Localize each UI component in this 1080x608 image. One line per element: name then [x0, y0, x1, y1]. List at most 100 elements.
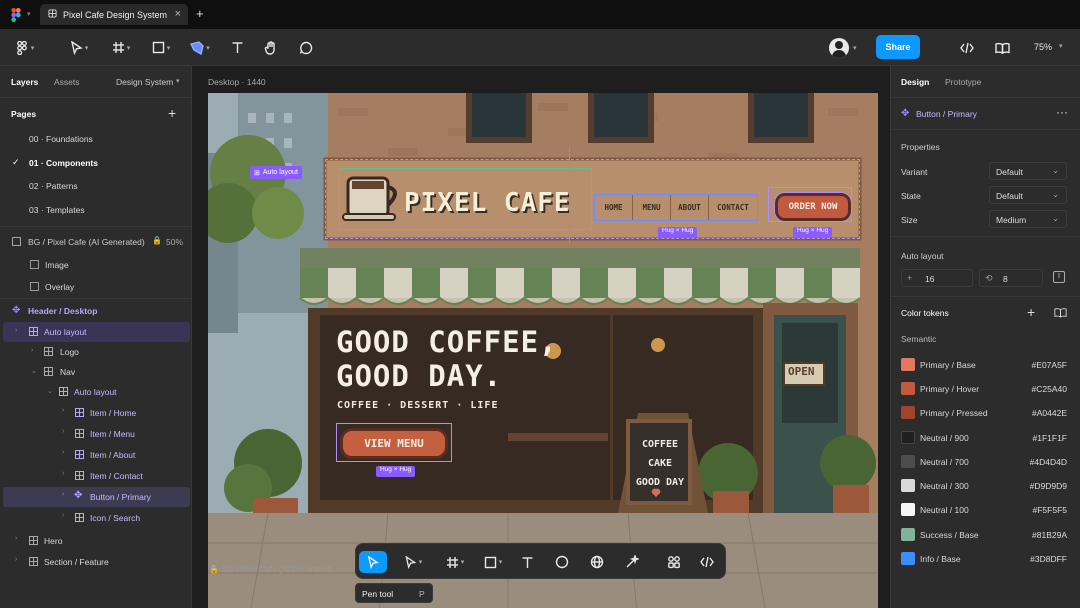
file-tab[interactable]: Pixel Cafe Design System ×	[40, 4, 188, 25]
frame-label[interactable]: Desktop · 1440	[208, 77, 266, 87]
library-icon[interactable]	[992, 37, 1012, 58]
chevron-right-icon[interactable]: ›	[62, 491, 64, 498]
chevron-right-icon[interactable]: ›	[62, 407, 64, 414]
divider	[0, 97, 192, 98]
chevron-right-icon[interactable]: ›	[15, 556, 17, 563]
layer-button-primary[interactable]: Button / Primary	[90, 492, 151, 502]
move-tool-icon[interactable]: ▾	[65, 37, 93, 58]
pixel-cafe-artwork[interactable]: PIXEL CAFE HOME MENU ABOUT CONTACT ORDER…	[208, 93, 878, 608]
swatch-primary-hover[interactable]	[901, 382, 915, 395]
component-instance-icon: ✥	[74, 490, 83, 501]
tab-layers[interactable]: Layers	[11, 77, 38, 87]
swatch-neutral-100[interactable]	[901, 503, 915, 516]
page-item[interactable]: 00 · Foundations	[29, 134, 93, 144]
canvas[interactable]: Desktop · 1440 PIXEL CAFE HOME MENU ABOU…	[193, 66, 889, 608]
chevron-right-icon[interactable]: ›	[62, 428, 64, 435]
layer-logo[interactable]: Logo	[60, 347, 79, 357]
text-tool-icon[interactable]	[228, 37, 246, 58]
swatch-neutral-300[interactable]	[901, 479, 915, 492]
chevron-down-icon[interactable]: ▾	[176, 77, 180, 85]
swatch-success-base[interactable]	[901, 528, 915, 541]
layer-item-home[interactable]: Item / Home	[90, 408, 136, 418]
globe-tool-button[interactable]	[587, 551, 607, 573]
chevron-down-icon[interactable]: ⌄	[47, 387, 53, 395]
alignment-icon[interactable]: I	[1053, 271, 1065, 283]
layer-item-contact[interactable]: Item / Contact	[90, 471, 143, 481]
layer-hero[interactable]: Hero	[44, 536, 62, 546]
swatch-neutral-700[interactable]	[901, 455, 915, 468]
chevron-down-icon[interactable]: ▾	[1059, 42, 1063, 50]
components-tool-button[interactable]	[664, 551, 684, 573]
layer-section-feature[interactable]: Section / Feature	[44, 557, 109, 567]
layer-header-desktop[interactable]: Header / Desktop	[28, 306, 97, 316]
main-menu-icon[interactable]: ▾	[11, 37, 39, 58]
chevron-right-icon[interactable]: ›	[15, 327, 17, 334]
page-item-active[interactable]: 01 · Components	[29, 158, 98, 168]
chevron-down-icon[interactable]: ▾	[27, 10, 31, 18]
state-select[interactable]: Default ⌄	[989, 186, 1067, 204]
variant-select[interactable]: Default ⌄	[989, 162, 1067, 180]
pen-tool-icon[interactable]: ▾	[186, 37, 214, 58]
size-select-value: Medium	[996, 215, 1027, 225]
text-tool-button[interactable]	[517, 551, 537, 573]
frame-tool-button[interactable]: ▾	[440, 551, 470, 573]
layer-overlay[interactable]: Overlay	[45, 282, 74, 292]
library-icon[interactable]	[1054, 307, 1067, 318]
rectangle-tool-icon[interactable]: ▾	[147, 37, 175, 58]
layer-item-menu[interactable]: Item / Menu	[90, 429, 135, 439]
ellipse-tool-button[interactable]	[552, 551, 572, 573]
auto-layout-tag[interactable]: ⊞ Auto layout	[250, 166, 302, 179]
code-tool-button[interactable]	[697, 551, 717, 573]
size-select[interactable]: Medium ⌄	[989, 210, 1067, 228]
globe-icon	[590, 555, 604, 569]
figma-logo-icon[interactable]	[11, 8, 21, 22]
chevron-right-icon[interactable]: ›	[31, 347, 33, 354]
page-item[interactable]: 03 · Templates	[29, 205, 85, 215]
frame-tool-icon[interactable]: ▾	[107, 37, 135, 58]
chevron-right-icon[interactable]: ›	[62, 470, 64, 477]
swatch-neutral-900[interactable]	[901, 431, 915, 444]
component-name[interactable]: Button / Primary	[916, 109, 977, 119]
layer-bg-pixel-cafe[interactable]: BG / Pixel Cafe (AI Generated)	[28, 237, 145, 247]
tab-assets[interactable]: Assets	[54, 77, 80, 87]
magic-tool-button[interactable]	[622, 551, 642, 573]
chalkboard-line: CAKE	[647, 458, 673, 469]
lock-icon[interactable]: 🔒	[152, 236, 162, 245]
chevron-right-icon[interactable]: ›	[62, 512, 64, 519]
layer-icon-search[interactable]: Icon / Search	[90, 513, 140, 523]
layer-nav[interactable]: Nav	[60, 367, 75, 377]
tab-prototype[interactable]: Prototype	[945, 77, 981, 87]
swatch-primary-pressed[interactable]	[901, 406, 915, 419]
avatar[interactable]	[829, 38, 849, 58]
layer-item-about[interactable]: Item / About	[90, 450, 135, 460]
swatch-primary-base[interactable]	[901, 358, 915, 371]
move-tool-button[interactable]	[359, 551, 387, 573]
new-tab-icon[interactable]: +	[196, 6, 204, 21]
chevron-down-icon[interactable]: ▾	[853, 44, 857, 52]
hand-tool-icon[interactable]	[262, 37, 280, 58]
comment-tool-icon[interactable]	[297, 37, 315, 58]
tab-design[interactable]: Design	[901, 77, 929, 87]
rectangle-tool-button[interactable]: ▾	[478, 551, 508, 573]
design-system-dropdown[interactable]: Design System	[116, 77, 173, 87]
close-tab-icon[interactable]: ×	[175, 8, 181, 20]
swatch-info-base[interactable]	[901, 552, 915, 565]
token-hex: #4D4D4D	[1029, 457, 1067, 467]
layer-auto-layout[interactable]: Auto layout	[74, 387, 117, 397]
more-options-icon[interactable]: ···	[1056, 105, 1068, 119]
page-item[interactable]: 02 · Patterns	[29, 181, 78, 191]
share-button[interactable]: Share	[876, 35, 920, 59]
padding-input[interactable]: ⟲ 8	[979, 269, 1043, 287]
layer-auto-layout[interactable]: Auto layout	[44, 327, 87, 337]
add-token-icon[interactable]: +	[1027, 304, 1035, 320]
pen-tool-button[interactable]: ▾	[400, 551, 426, 573]
hug-tag-cta: Hug × Hug	[376, 466, 416, 477]
chevron-right-icon[interactable]: ›	[15, 535, 17, 542]
layer-image[interactable]: Image	[45, 260, 69, 270]
chevron-right-icon[interactable]: ›	[62, 449, 64, 456]
zoom-level[interactable]: 75%	[1034, 42, 1052, 52]
chevron-down-icon[interactable]: ⌄	[31, 367, 37, 375]
add-page-icon[interactable]: +	[168, 105, 176, 121]
gap-input[interactable]: + 16	[901, 269, 973, 287]
dev-mode-icon[interactable]	[957, 37, 977, 58]
